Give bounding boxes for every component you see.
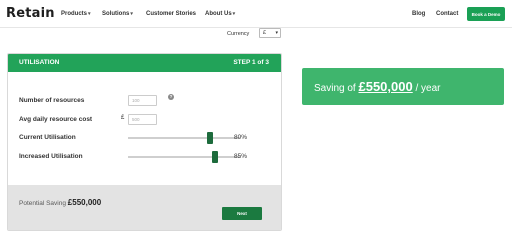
resources-label: Number of resources (19, 97, 85, 104)
increased-utilisation-handle[interactable] (212, 151, 219, 163)
increased-utilisation-value: 85% (234, 153, 248, 160)
chevron-down-icon: ▾ (275, 30, 278, 36)
potential-saving: Potential Saving £550,000 (19, 198, 101, 207)
saving-banner: Saving of £550,000 / year (302, 68, 504, 105)
chevron-down-icon: ▾ (232, 11, 236, 17)
nav-customer-stories-label: Customer Stories (146, 11, 197, 17)
saving-prefix: Saving of (314, 83, 356, 94)
book-demo-button[interactable]: Book a Demo (467, 7, 505, 21)
card-header: UTILISATION STEP 1 of 3 (8, 54, 281, 72)
cost-currency-symbol: £ (121, 115, 125, 121)
saving-amount: £550,000 (358, 79, 413, 94)
increased-utilisation-label: Increased Utilisation (19, 153, 83, 160)
nav-customer-stories[interactable]: Customer Stories (146, 11, 196, 17)
nav-about-us-label: About Us (205, 11, 232, 17)
current-utilisation-slider[interactable] (128, 137, 240, 139)
top-navbar: Retain Products▾ Solutions▾ Customer Sto… (0, 0, 512, 28)
card-title: UTILISATION (19, 59, 60, 66)
saving-text: Saving of £550,000 / year (314, 79, 441, 94)
chevron-down-icon: ▾ (88, 11, 91, 17)
question-icon[interactable]: ? (168, 94, 174, 100)
retain-logo[interactable]: Retain (6, 6, 55, 21)
chevron-down-icon: ▾ (130, 11, 133, 17)
currency-label: Currency (227, 31, 250, 37)
saving-suffix: / year (415, 83, 441, 94)
nav-products[interactable]: Products▾ (61, 11, 91, 17)
nav-products-label: Products (61, 11, 88, 17)
currency-value: £ (263, 30, 267, 36)
utilisation-calculator-card: UTILISATION STEP 1 of 3 Number of resour… (7, 53, 282, 231)
current-utilisation-value: 80% (234, 134, 248, 141)
cost-input[interactable]: 500 (128, 114, 157, 125)
step-indicator: STEP 1 of 3 (233, 59, 269, 66)
cost-label: Avg daily resource cost (19, 116, 93, 123)
nav-solutions-label: Solutions (102, 11, 130, 17)
nav-solutions[interactable]: Solutions▾ (102, 11, 133, 17)
current-utilisation-label: Current Utilisation (19, 134, 76, 141)
nav-about-us[interactable]: About Us▾ (205, 11, 235, 17)
resources-input[interactable]: 100 (128, 95, 157, 106)
potential-saving-label: Potential Saving (19, 200, 66, 207)
next-button[interactable]: Next (222, 207, 262, 220)
potential-saving-amount: £550,000 (67, 198, 102, 207)
increased-utilisation-slider[interactable] (128, 156, 240, 158)
current-utilisation-handle[interactable] (206, 132, 213, 144)
nav-blog[interactable]: Blog (412, 11, 425, 17)
nav-contact[interactable]: Contact (436, 11, 458, 17)
currency-select[interactable]: £ ▾ (259, 28, 281, 38)
